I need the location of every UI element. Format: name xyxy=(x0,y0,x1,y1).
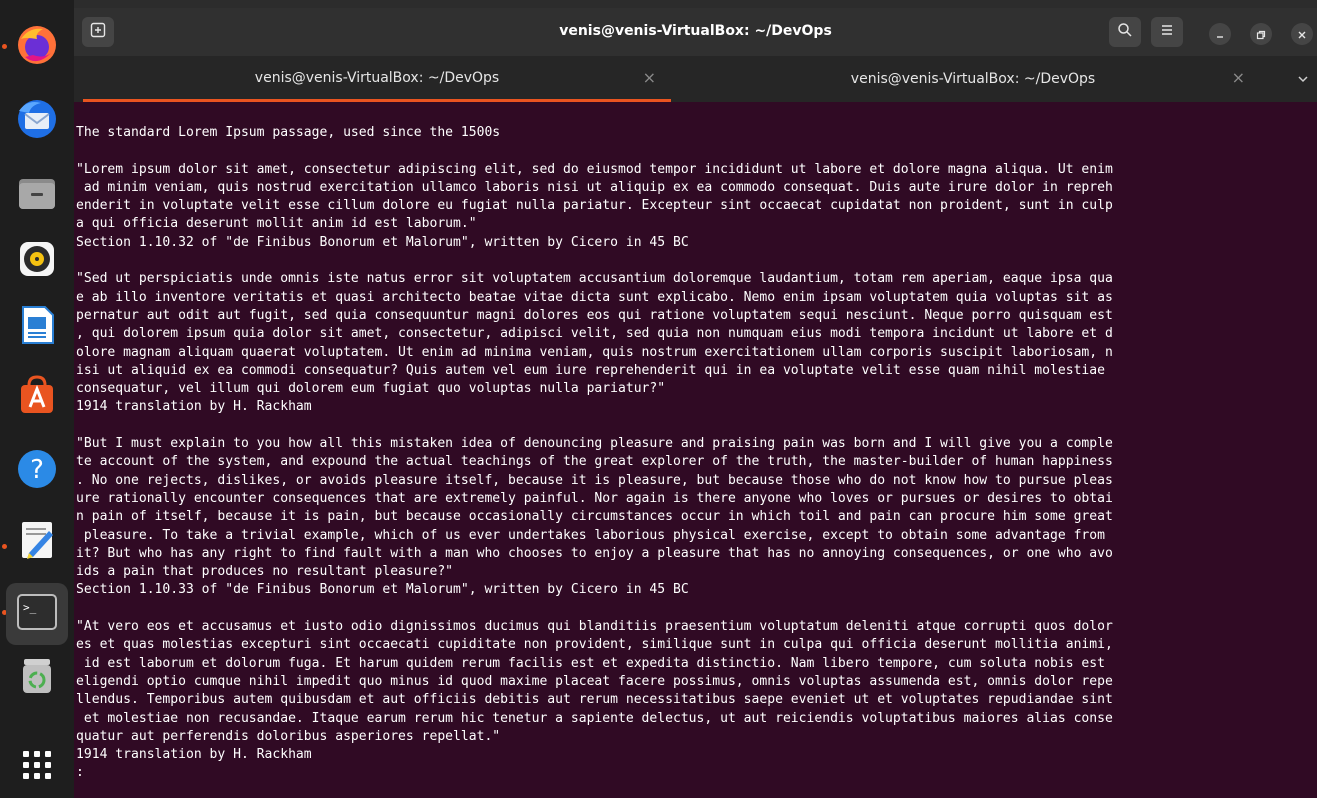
new-tab-icon xyxy=(90,22,106,42)
terminal-output[interactable]: The standard Lorem Ipsum passage, used s… xyxy=(74,102,1317,798)
tab-close-icon[interactable]: × xyxy=(643,70,656,86)
terminal-line: consequatur, vel illum qui dolorem eum f… xyxy=(76,381,666,397)
terminal-line: a qui officia deserunt mollit anim id es… xyxy=(76,216,477,232)
firefox-icon xyxy=(15,23,59,71)
close-icon xyxy=(1297,25,1307,44)
tab-label: venis@venis-VirtualBox: ~/DevOps xyxy=(254,69,500,86)
terminal-line: pleasure. To take a trivial example, whi… xyxy=(76,527,1113,543)
dock-files[interactable] xyxy=(12,170,62,220)
terminal-line: : xyxy=(76,765,84,781)
tab-dropdown-chevron-down-icon[interactable] xyxy=(1297,70,1309,89)
terminal-line: n pain of itself, because it is pain, bu… xyxy=(76,509,1113,525)
trash-icon xyxy=(15,653,59,701)
search-button[interactable] xyxy=(1109,17,1141,47)
terminal-icon: >_ xyxy=(17,594,57,634)
minimize-button[interactable] xyxy=(1209,23,1231,45)
files-icon xyxy=(15,171,59,219)
dock-text-editor[interactable] xyxy=(12,516,62,566)
search-icon xyxy=(1117,22,1133,42)
svg-text:>_: >_ xyxy=(23,601,37,614)
tab-terminal-1[interactable]: venis@venis-VirtualBox: ~/DevOps × xyxy=(83,56,671,102)
terminal-line: e ab illo inventore veritatis et quasi a… xyxy=(76,289,1113,305)
dock-thunderbird[interactable] xyxy=(12,96,62,146)
rhythmbox-icon xyxy=(15,237,59,285)
help-icon: ? xyxy=(15,447,59,495)
running-indicator xyxy=(2,44,7,49)
terminal-line: "Lorem ipsum dolor sit amet, consectetur… xyxy=(76,161,1113,177)
tab-terminal-2[interactable]: venis@venis-VirtualBox: ~/DevOps × xyxy=(671,56,1275,102)
dock-terminal[interactable]: >_ xyxy=(6,583,68,645)
terminal-line: ure rationally encounter consequences th… xyxy=(76,490,1113,506)
dock-app-center[interactable] xyxy=(12,372,62,422)
dock-app-grid[interactable] xyxy=(12,742,62,792)
running-indicator xyxy=(2,544,7,549)
tab-close-icon[interactable]: × xyxy=(1232,70,1245,86)
minimize-icon xyxy=(1215,25,1225,44)
terminal-line: 1914 translation by H. Rackham xyxy=(76,399,312,415)
new-tab-button[interactable] xyxy=(82,17,114,47)
restore-icon xyxy=(1256,25,1266,44)
dock-rhythmbox[interactable] xyxy=(12,236,62,286)
text-editor-icon xyxy=(15,517,59,565)
terminal-line: "Sed ut perspiciatis unde omnis iste nat… xyxy=(76,271,1113,287)
dock-writer[interactable] xyxy=(12,302,62,352)
terminal-line: 1914 translation by H. Rackham xyxy=(76,747,312,763)
thunderbird-icon xyxy=(15,97,59,145)
terminal-text: The standard Lorem Ipsum passage, used s… xyxy=(76,124,1313,783)
window-titlebar: venis@venis-VirtualBox: ~/DevOps xyxy=(74,8,1317,56)
terminal-line: id est laborum et dolorum fuga. Et harum… xyxy=(76,655,1113,671)
terminal-line: it? But who has any right to find fault … xyxy=(76,545,1113,561)
close-window-button[interactable] xyxy=(1291,23,1313,45)
terminal-line: te account of the system, and expound th… xyxy=(76,454,1113,470)
terminal-line: pernatur aut odit aut fugit, sed quia co… xyxy=(76,307,1113,323)
terminal-line: isi ut aliquid ex ea commodi consequatur… xyxy=(76,362,1113,378)
app-center-icon xyxy=(15,373,59,421)
terminal-line: The standard Lorem Ipsum passage, used s… xyxy=(76,125,501,140)
app-grid-icon xyxy=(20,748,54,786)
terminal-line: enderit in voluptate velit esse cillum d… xyxy=(76,198,1113,214)
terminal-line: Section 1.10.33 of "de Finibus Bonorum e… xyxy=(76,582,689,598)
maximize-button[interactable] xyxy=(1250,23,1272,45)
tab-bar: venis@venis-VirtualBox: ~/DevOps × venis… xyxy=(74,56,1317,102)
terminal-line: quatur aut perferendis doloribus asperio… xyxy=(76,728,501,744)
dock: ? >_ xyxy=(0,0,74,798)
terminal-line: ids a pain that produces no resultant pl… xyxy=(76,564,454,580)
terminal-line: "But I must explain to you how all this … xyxy=(76,436,1113,452)
terminal-line: et molestiae non recusandae. Itaque earu… xyxy=(76,710,1113,726)
terminal-line: "At vero eos et accusamus et iusto odio … xyxy=(76,619,1113,635)
libreoffice-writer-icon xyxy=(15,303,59,351)
svg-text:?: ? xyxy=(30,455,44,485)
terminal-line: es et quas molestias excepturi sint occa… xyxy=(76,637,1113,653)
dock-help[interactable]: ? xyxy=(12,446,62,496)
dock-firefox[interactable] xyxy=(12,22,62,72)
tab-label: venis@venis-VirtualBox: ~/DevOps xyxy=(850,71,1096,87)
menu-button[interactable] xyxy=(1151,17,1183,47)
terminal-line: , qui dolorem ipsum quia dolor sit amet,… xyxy=(76,326,1113,342)
terminal-line: . No one rejects, dislikes, or avoids pl… xyxy=(76,472,1113,488)
terminal-line: llendus. Temporibus autem quibusdam et a… xyxy=(76,692,1113,708)
terminal-line: olore magnam aliquam quaerat voluptatem.… xyxy=(76,344,1113,360)
terminal-line: ad minim veniam, quis nostrud exercitati… xyxy=(76,179,1113,195)
hamburger-menu-icon xyxy=(1159,22,1175,42)
terminal-line: eligendi optio cumque nihil impedit quo … xyxy=(76,673,1113,689)
terminal-line: Section 1.10.32 of "de Finibus Bonorum e… xyxy=(76,234,689,250)
dock-trash[interactable] xyxy=(12,652,62,702)
